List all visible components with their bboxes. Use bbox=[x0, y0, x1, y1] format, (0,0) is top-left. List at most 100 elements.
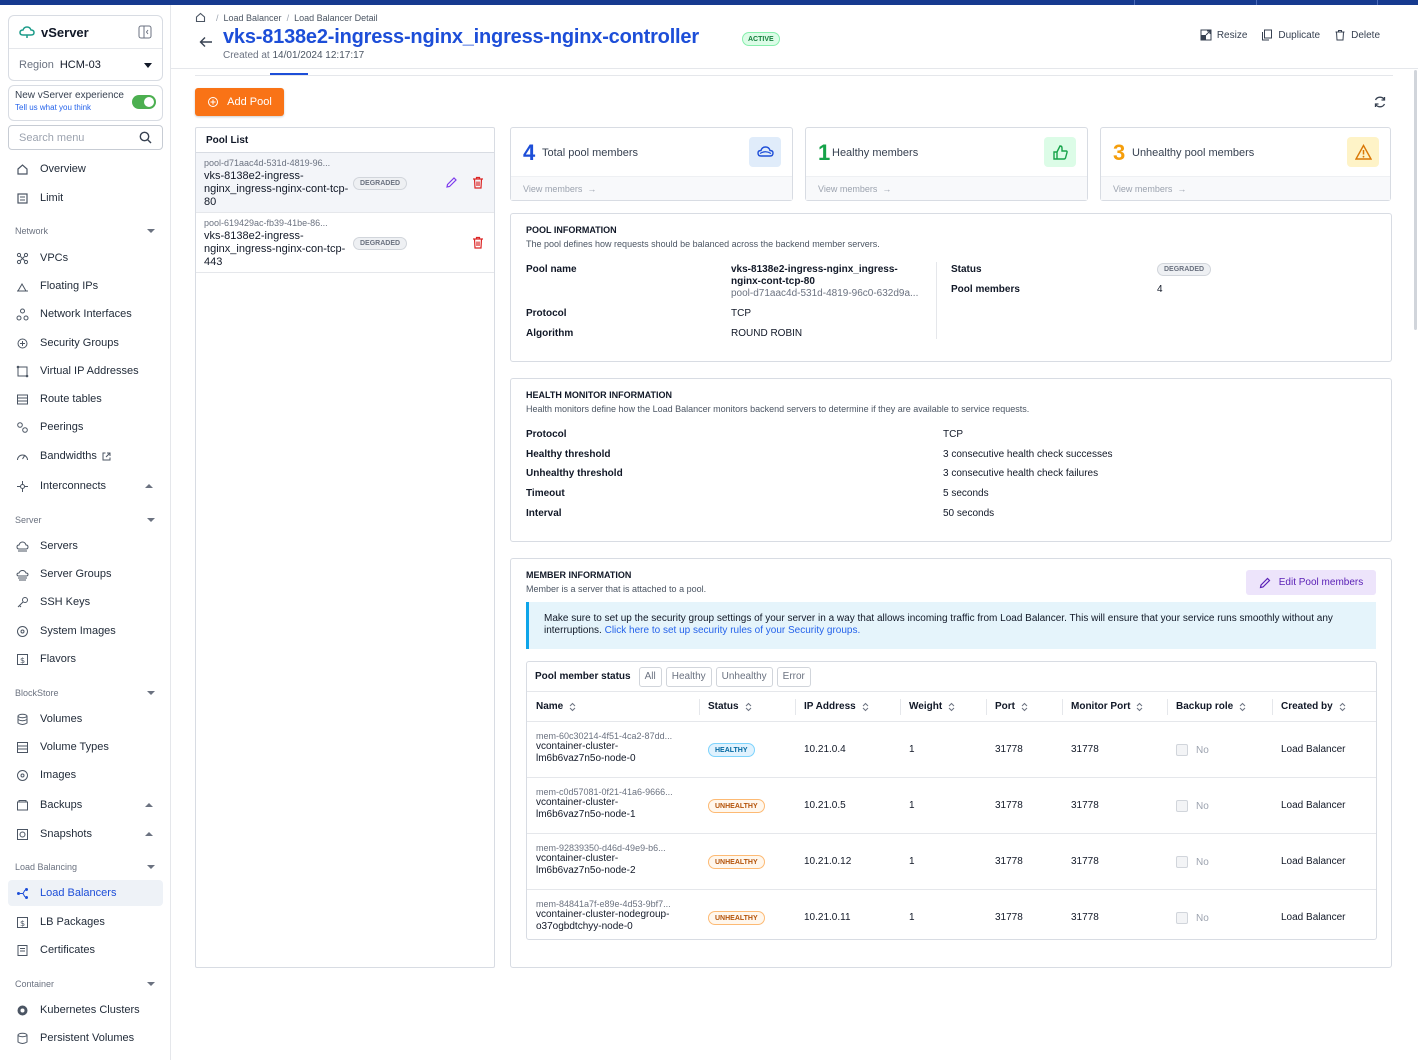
add-pool-button[interactable]: Add Pool bbox=[195, 88, 284, 116]
member-status-badge: UNHEALTHY bbox=[708, 799, 765, 813]
member-created-by: Load Balancer bbox=[1281, 856, 1346, 867]
key-icon bbox=[16, 596, 29, 609]
sidebar-item-limit[interactable]: Limit bbox=[8, 185, 163, 211]
table-row[interactable]: mem-60c30214-4f51-4ca2-87dd... vcontainer… bbox=[527, 722, 1376, 778]
column-backup-role[interactable]: Backup role bbox=[1176, 701, 1246, 712]
sidebar-item-floating-ips[interactable]: Floating IPs bbox=[8, 273, 163, 299]
section-container[interactable]: Container bbox=[15, 979, 155, 989]
sidebar-item-label: Backups bbox=[40, 799, 83, 811]
duplicate-button[interactable]: Duplicate bbox=[1261, 29, 1320, 41]
column-ip-address[interactable]: IP Address bbox=[804, 701, 869, 712]
sidebar-item-overview[interactable]: Overview bbox=[8, 156, 163, 182]
resize-icon bbox=[1200, 29, 1212, 41]
resize-button[interactable]: Resize bbox=[1200, 29, 1247, 41]
algorithm-label: Algorithm bbox=[526, 328, 574, 339]
sidebar-item-security-groups[interactable]: Security Groups bbox=[8, 330, 163, 356]
sidebar-item-peerings[interactable]: Peerings bbox=[8, 414, 163, 440]
pool-list-item[interactable]: pool-619429ac-fb39-41be-86... vks-8138e2… bbox=[196, 213, 494, 273]
status-label: Status bbox=[951, 264, 982, 275]
sidebar-item-system-images[interactable]: System Images bbox=[8, 618, 163, 644]
section-load-balancing[interactable]: Load Balancing bbox=[15, 862, 155, 872]
sidebar-item-volume-types[interactable]: Volume Types bbox=[8, 734, 163, 760]
scrollbar[interactable] bbox=[1414, 70, 1417, 330]
section-blockstore[interactable]: BlockStore bbox=[15, 688, 155, 698]
view-members-link[interactable]: View members → bbox=[1101, 176, 1390, 200]
filter-error[interactable]: Error bbox=[776, 666, 811, 687]
sidebar-item-network-interfaces[interactable]: Network Interfaces bbox=[8, 301, 163, 327]
sidebar-item-interconnects[interactable]: Interconnects bbox=[8, 473, 163, 499]
view-members-link[interactable]: View members → bbox=[511, 176, 792, 200]
edit-pencil-icon bbox=[1259, 577, 1271, 589]
sidebar-item-label: Servers bbox=[40, 540, 78, 552]
security-rules-link[interactable]: Click here to set up security rules of y… bbox=[605, 625, 861, 636]
home-icon bbox=[16, 163, 29, 176]
sidebar-item-ssh-keys[interactable]: SSH Keys bbox=[8, 589, 163, 615]
sidebar-item-volumes[interactable]: Volumes bbox=[8, 706, 163, 732]
filter-unhealthy[interactable]: Unhealthy bbox=[715, 666, 773, 687]
member-weight: 1 bbox=[909, 856, 915, 867]
column-name[interactable]: Name bbox=[536, 701, 576, 712]
sidebar-item-lb-packages[interactable]: $ LB Packages bbox=[8, 909, 163, 935]
table-row[interactable]: mem-c0d57081-0f21-41a6-9666... vcontainer… bbox=[527, 778, 1376, 834]
sidebar-item-virtual-ip-addresses[interactable]: Virtual IP Addresses bbox=[8, 358, 163, 384]
experience-toggle[interactable] bbox=[132, 95, 156, 109]
sidebar-item-load-balancers[interactable]: Load Balancers bbox=[8, 880, 163, 906]
sidebar-item-snapshots[interactable]: Snapshots bbox=[8, 821, 163, 847]
interconnect-icon bbox=[16, 480, 29, 493]
home-icon[interactable] bbox=[195, 12, 206, 23]
edit-pencil-icon[interactable] bbox=[445, 176, 458, 189]
table-row[interactable]: mem-84841a7f-e89e-4d53-9bf7... vcontainer… bbox=[527, 890, 1376, 946]
back-arrow-icon[interactable] bbox=[199, 36, 213, 48]
sidebar-item-certificates[interactable]: Certificates bbox=[8, 937, 163, 963]
sort-icon bbox=[1136, 702, 1143, 712]
trash-icon[interactable] bbox=[472, 236, 484, 249]
region-select[interactable]: Region HCM-03 bbox=[9, 49, 162, 81]
edit-pool-members-button[interactable]: Edit Pool members bbox=[1246, 570, 1376, 595]
backup-role-value: No bbox=[1196, 801, 1209, 812]
sidebar-item-servers[interactable]: Servers bbox=[8, 533, 163, 559]
chevron-down-icon bbox=[147, 865, 155, 869]
security-group-icon bbox=[16, 337, 29, 350]
column-created-by[interactable]: Created by bbox=[1281, 701, 1346, 712]
filter-all[interactable]: All bbox=[638, 666, 662, 687]
status-badge: ACTIVE bbox=[742, 32, 780, 46]
column-status[interactable]: Status bbox=[708, 701, 752, 712]
refresh-icon[interactable] bbox=[1373, 95, 1387, 109]
member-created-by: Load Balancer bbox=[1281, 800, 1346, 811]
collapse-sidebar-icon[interactable] bbox=[138, 25, 152, 39]
backup-role-value: No bbox=[1196, 913, 1209, 924]
sidebar-item-images[interactable]: Images bbox=[8, 762, 163, 788]
sidebar-item-route-tables[interactable]: Route tables bbox=[8, 386, 163, 412]
column-weight[interactable]: Weight bbox=[909, 701, 955, 712]
delete-button[interactable]: Delete bbox=[1334, 29, 1380, 41]
sidebar-item-persistent-volumes[interactable]: Persistent Volumes bbox=[8, 1025, 163, 1051]
trash-icon[interactable] bbox=[472, 176, 484, 189]
backup-icon bbox=[16, 799, 29, 812]
member-id: mem-60c30214-4f51-4ca2-87dd... bbox=[536, 731, 673, 741]
column-monitor-port[interactable]: Monitor Port bbox=[1071, 701, 1143, 712]
section-server[interactable]: Server bbox=[15, 515, 155, 525]
gauge-icon bbox=[16, 450, 29, 463]
search-menu-input[interactable]: Search menu bbox=[8, 125, 163, 150]
sidebar-item-bandwidths[interactable]: Bandwidths bbox=[8, 443, 163, 469]
backup-role-checkbox bbox=[1176, 856, 1188, 868]
sidebar-item-server-groups[interactable]: Server Groups bbox=[8, 561, 163, 587]
sidebar-item-vpcs[interactable]: VPCs bbox=[8, 245, 163, 271]
column-port[interactable]: Port bbox=[995, 701, 1028, 712]
service-switcher[interactable]: vServer Region HCM-03 bbox=[8, 15, 163, 81]
filter-healthy[interactable]: Healthy bbox=[665, 666, 712, 687]
sidebar-item-flavors[interactable]: $ Flavors bbox=[8, 646, 163, 672]
breadcrumb-load-balancer[interactable]: Load Balancer bbox=[224, 13, 282, 23]
snapshot-icon bbox=[16, 828, 29, 841]
sidebar-item-label: Virtual IP Addresses bbox=[40, 365, 139, 377]
search-placeholder: Search menu bbox=[19, 131, 85, 144]
sidebar-item-kubernetes-clusters[interactable]: Kubernetes Clusters bbox=[8, 997, 163, 1023]
section-network[interactable]: Network bbox=[15, 226, 155, 236]
sidebar-item-backups[interactable]: Backups bbox=[8, 792, 163, 818]
pool-status-badge: DEGRADED bbox=[353, 237, 408, 250]
sidebar-item-label: Certificates bbox=[40, 944, 96, 956]
table-row[interactable]: mem-92839350-d46d-49e9-b6... vcontainer-c… bbox=[527, 834, 1376, 890]
view-members-link[interactable]: View members → bbox=[806, 176, 1087, 200]
search-icon bbox=[139, 131, 152, 144]
pool-list-item[interactable]: pool-d71aac4d-531d-4819-96... vks-8138e2… bbox=[196, 153, 494, 213]
